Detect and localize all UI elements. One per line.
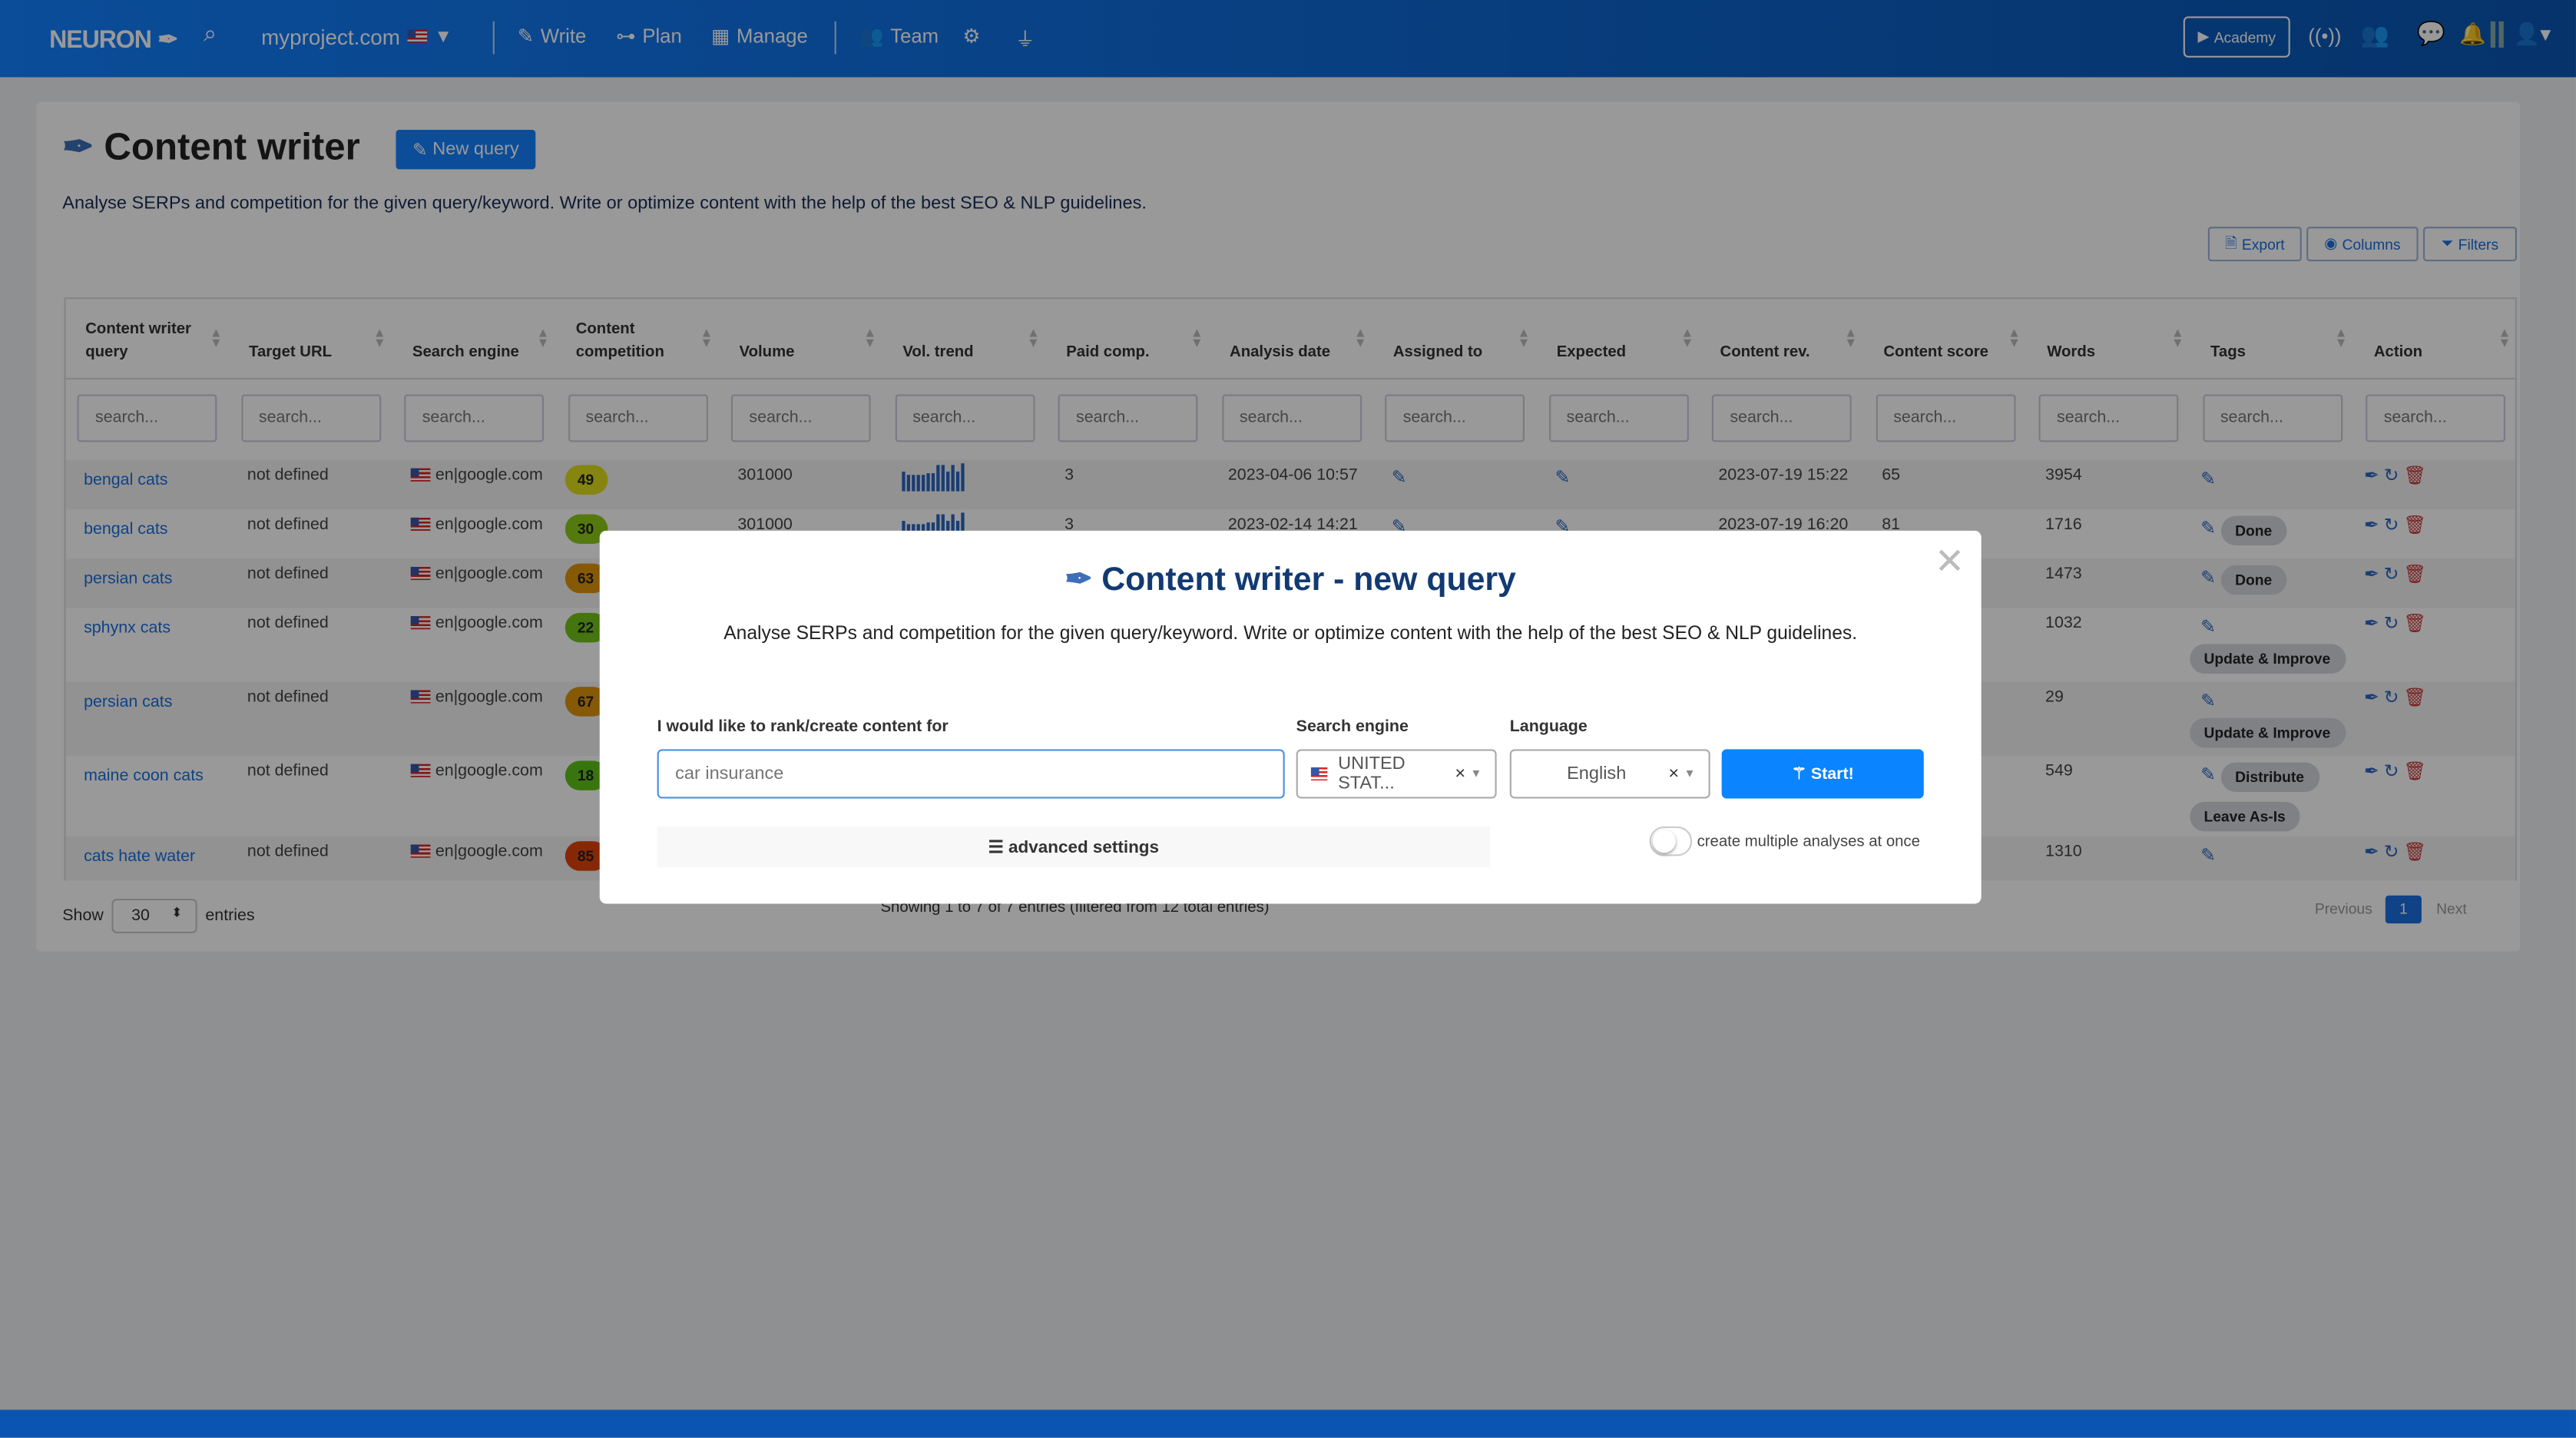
modal-description: Analyse SERPs and competition for the gi… [723,624,1858,644]
sliders-icon: ☰ [988,837,1009,857]
page: NEURON ✒ ⌕ myproject.com ▾ ✎ Write ⊶ Plan ▦ M… [0,0,2576,1438]
footer-bar [0,1410,2576,1438]
query-label: I would like to rank/create content for [657,717,949,737]
engine-value: UNITED STAT... [1338,754,1406,794]
advanced-settings-toggle[interactable]: ☰ advanced settings [657,826,1491,868]
start-button[interactable]: ⚚ Start! [1721,749,1924,799]
new-query-modal: ✕ ✒ Content writer - new query Analyse S… [599,530,1982,904]
clear-icon[interactable]: × [1668,764,1679,784]
button-label: Start! [1810,764,1854,784]
language-label: Language [1509,717,1588,737]
modal-title: ✒ Content writer - new query [600,558,1982,599]
multiple-analyses-label: create multiple analyses at once [1697,833,1920,852]
advanced-label: advanced settings [1008,837,1160,857]
query-input[interactable] [657,749,1285,799]
search-engine-select[interactable]: UNITED STAT... × ▼ [1296,749,1497,799]
us-flag-icon [1310,767,1329,781]
caret-down-icon: ▼ [1684,767,1696,780]
caret-down-icon: ▼ [1470,767,1482,780]
title-text: Content writer - new query [1101,562,1516,598]
engine-label: Search engine [1296,717,1409,737]
magic-wand-icon: ⚚ [1791,764,1811,784]
clear-icon[interactable]: × [1455,764,1465,784]
multiple-analyses-toggle[interactable] [1649,826,1693,857]
language-value: English [1567,764,1627,784]
language-select[interactable]: English × ▼ [1509,749,1710,799]
feather-icon: ✒ [1065,562,1102,598]
